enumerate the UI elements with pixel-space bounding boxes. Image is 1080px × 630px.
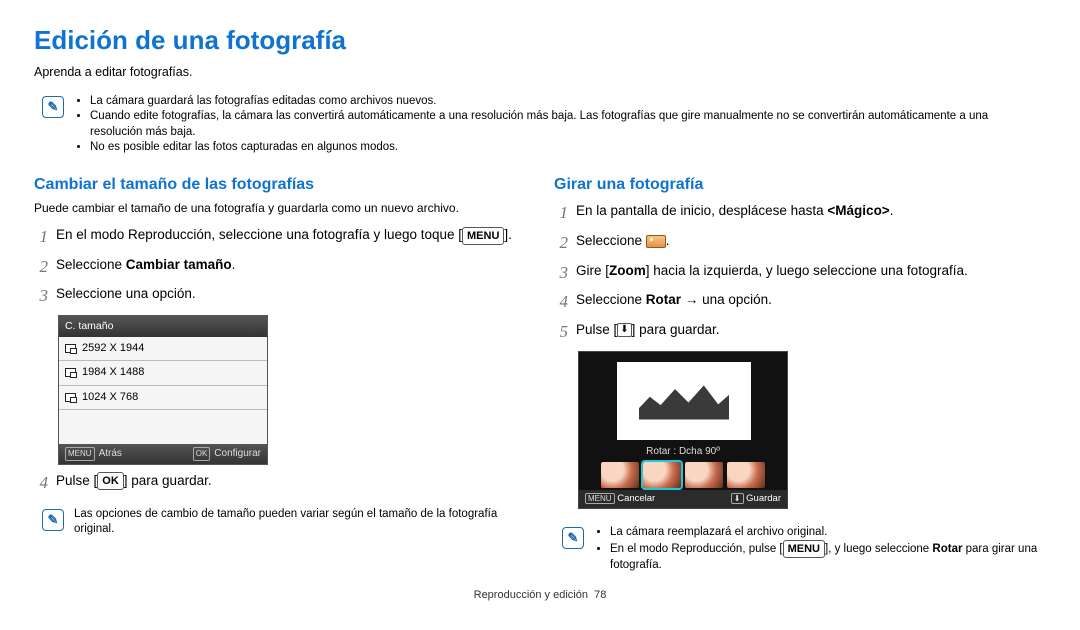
ok-icon: OK: [97, 472, 124, 490]
note-icon: ✎: [562, 527, 584, 549]
resize-step-1: En el modo Reproducción, seleccione una …: [56, 225, 526, 245]
screen-save[interactable]: ⬇ Guardar: [731, 492, 781, 505]
screen-confirm[interactable]: OKConfigurar: [193, 447, 261, 461]
size-option[interactable]: 1984 X 1488: [59, 361, 267, 385]
screen-header: C. tamaño: [59, 316, 267, 337]
rotate-camera-screen: Rotar : Dcha 90º MENU Cancelar ⬇ Guardar: [578, 351, 788, 509]
page-title: Edición de una fotografía: [34, 22, 1046, 58]
step-number: 4: [34, 471, 48, 496]
step-number: 3: [554, 261, 568, 286]
rotate-thumb[interactable]: [685, 462, 723, 488]
step-number: 1: [554, 201, 568, 226]
step-number: 5: [554, 320, 568, 345]
rotate-step-3: Gire [Zoom] hacia la izquierda, y luego …: [576, 261, 1046, 281]
rotate-step-1: En la pantalla de inicio, desplácese has…: [576, 201, 1046, 221]
rotate-preview: [617, 362, 751, 440]
top-note-box: ✎ La cámara guardará las fotografías edi…: [34, 88, 1046, 162]
top-note-item: Cuando edite fotografías, la cámara las …: [90, 109, 1038, 140]
step-number: 4: [554, 290, 568, 315]
rotate-thumb-selected[interactable]: [643, 462, 681, 488]
note-icon: ✎: [42, 96, 64, 118]
resize-step-2: Seleccione Cambiar tamaño.: [56, 255, 526, 275]
resize-step-3: Seleccione una opción.: [56, 284, 526, 304]
note-icon: ✎: [42, 509, 64, 531]
resize-step-4: Pulse [OK] para guardar.: [56, 471, 526, 491]
gallery-icon: [646, 235, 666, 248]
screen-back[interactable]: MENUAtrás: [65, 447, 122, 461]
rotate-step-4: Seleccione Rotar → una opción.: [576, 290, 1046, 310]
resize-camera-screen: C. tamaño 2592 X 1944 1984 X 1488 1024 X…: [58, 315, 268, 465]
save-icon: ⬇: [617, 323, 631, 337]
rotate-label: Rotar : Dcha 90º: [579, 445, 787, 459]
menu-icon: MENU: [462, 227, 504, 245]
size-option[interactable]: 2592 X 1944: [59, 337, 267, 361]
rotate-note-item: En el modo Reproducción, pulse [MENU], y…: [610, 540, 1038, 574]
page-intro: Aprenda a editar fotografías.: [34, 64, 1046, 82]
size-option[interactable]: 1024 X 768: [59, 386, 267, 410]
rotate-thumb[interactable]: [601, 462, 639, 488]
rotate-step-5: Pulse [⬇] para guardar.: [576, 320, 1046, 340]
step-number: 3: [34, 284, 48, 309]
top-note-item: La cámara guardará las fotografías edita…: [90, 94, 1038, 110]
screen-cancel[interactable]: MENU Cancelar: [585, 492, 655, 505]
resize-note: ✎ Las opciones de cambio de tamaño puede…: [34, 501, 526, 544]
menu-icon: MENU: [783, 540, 825, 558]
top-note-item: No es posible editar las fotos capturada…: [90, 140, 1038, 156]
rotate-note-item: La cámara reemplazará el archivo origina…: [610, 525, 1038, 541]
rotate-step-2: Seleccione .: [576, 231, 1046, 251]
rotate-thumb[interactable]: [727, 462, 765, 488]
step-number: 2: [554, 231, 568, 256]
section-heading-rotate: Girar una fotografía: [554, 174, 1046, 196]
section-heading-resize: Cambiar el tamaño de las fotografías: [34, 174, 526, 196]
page-footer: Reproducción y edición 78: [34, 588, 1046, 603]
section-rotate: Girar una fotografía 1 En la pantalla de…: [554, 174, 1046, 580]
rotate-note: ✎ La cámara reemplazará el archivo origi…: [554, 519, 1046, 580]
resize-desc: Puede cambiar el tamaño de una fotografí…: [34, 200, 526, 217]
step-number: 2: [34, 255, 48, 280]
section-resize: Cambiar el tamaño de las fotografías Pue…: [34, 174, 526, 580]
step-number: 1: [34, 225, 48, 250]
